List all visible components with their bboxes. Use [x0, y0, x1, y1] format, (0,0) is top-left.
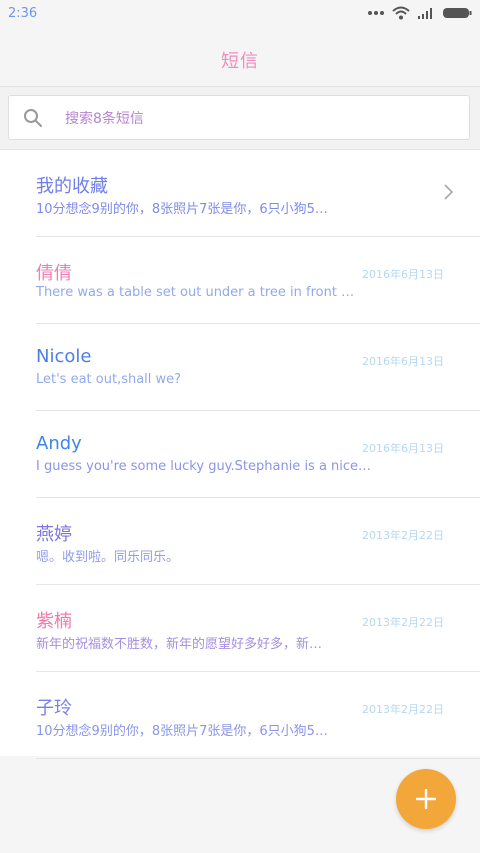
search-icon: [24, 109, 42, 127]
contact-name: 倩倩: [36, 263, 72, 284]
divider: [36, 758, 480, 759]
status-time: 2:36: [8, 6, 38, 21]
message-date: 2013年2月22日: [362, 703, 444, 716]
search-box[interactable]: [8, 95, 470, 141]
contact-name: Nicole: [36, 346, 92, 367]
conversation-row[interactable]: 燕婷 2013年2月22日 嗯。收到啦。同乐同乐。: [0, 498, 480, 585]
conversation-row[interactable]: Nicole 2016年6月13日 Let's eat out,shall we…: [0, 324, 480, 411]
conversation-row[interactable]: 我的收藏 10分想念9别的你，8张照片7张是你，6只小狗5…: [0, 150, 480, 237]
message-preview: There was a table set out under a tree i…: [36, 285, 355, 300]
wifi-icon: [392, 6, 410, 20]
header: 短信: [0, 28, 480, 87]
chevron-right-icon: [444, 184, 454, 200]
signal-icon: [418, 8, 432, 19]
message-preview: I guess you're some lucky guy.Stephanie …: [36, 459, 372, 474]
contact-name: 我的收藏: [36, 176, 108, 197]
conversation-row[interactable]: Andy 2016年6月13日 I guess you're some luck…: [0, 411, 480, 498]
message-preview: 10分想念9别的你，8张照片7张是你，6只小狗5…: [36, 724, 328, 739]
conversation-row[interactable]: 子玲 2013年2月22日 10分想念9别的你，8张照片7张是你，6只小狗5…: [0, 672, 480, 759]
contact-name: Andy: [36, 433, 82, 454]
plus-icon: [416, 789, 436, 809]
message-date: 2016年6月13日: [362, 355, 444, 368]
search-bar: [0, 87, 480, 150]
message-preview: 嗯。收到啦。同乐同乐。: [36, 550, 180, 565]
contact-name: 燕婷: [36, 524, 72, 545]
conversation-row[interactable]: 紫楠 2013年2月22日 新年的祝福数不胜数，新年的愿望好多好多，新…: [0, 585, 480, 672]
page-title: 短信: [221, 51, 259, 72]
message-date: 2013年2月22日: [362, 616, 444, 629]
status-icons: [368, 6, 472, 20]
message-date: 2016年6月13日: [362, 442, 444, 455]
message-preview: 10分想念9别的你，8张照片7张是你，6只小狗5…: [36, 202, 328, 217]
search-input[interactable]: [63, 96, 447, 141]
conversation-row[interactable]: 倩倩 2016年6月13日 There was a table set out …: [0, 237, 480, 324]
contact-name: 紫楠: [36, 611, 72, 632]
message-date: 2013年2月22日: [362, 529, 444, 542]
conversation-list: 我的收藏 10分想念9别的你，8张照片7张是你，6只小狗5… 倩倩 2016年6…: [0, 150, 480, 759]
message-preview: Let's eat out,shall we?: [36, 372, 182, 387]
message-date: 2016年6月13日: [362, 268, 444, 281]
battery-icon: [443, 8, 472, 18]
more-dots-icon: [368, 11, 384, 15]
message-preview: 新年的祝福数不胜数，新年的愿望好多好多，新…: [36, 637, 323, 652]
contact-name: 子玲: [36, 698, 72, 719]
new-message-button[interactable]: [396, 769, 456, 829]
status-bar: 2:36: [0, 0, 480, 28]
